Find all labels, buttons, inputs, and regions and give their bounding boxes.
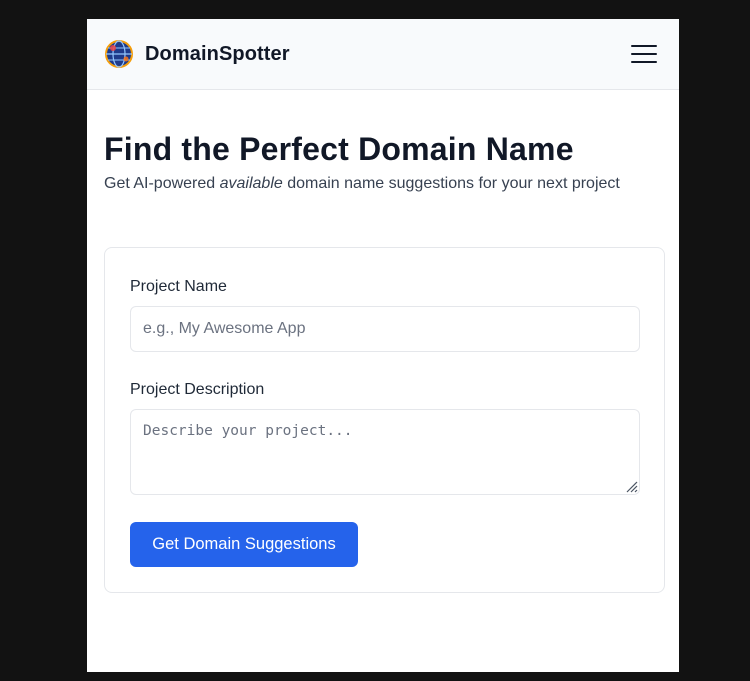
brand[interactable]: DomainSpotter [104, 39, 290, 69]
subtitle-emphasis: available [219, 175, 283, 193]
subtitle-text-end: domain name suggestions for your next pr… [282, 175, 620, 193]
get-suggestions-button[interactable]: Get Domain Suggestions [130, 522, 358, 567]
brand-name: DomainSpotter [145, 42, 290, 65]
project-name-input[interactable] [130, 306, 640, 352]
navbar: DomainSpotter [87, 19, 679, 90]
subtitle-text-start: Get AI-powered [104, 175, 220, 193]
resize-handle-icon[interactable] [624, 479, 638, 493]
page-subtitle: Get AI-powered available domain name sug… [104, 174, 679, 195]
globe-logo-icon [105, 40, 133, 68]
hamburger-menu-icon[interactable] [631, 45, 657, 63]
menu-line [631, 61, 657, 63]
description-textarea-wrapper [130, 409, 640, 495]
page-title: Find the Perfect Domain Name [104, 131, 574, 167]
app-window: DomainSpotter Find the Perfect Domain Na… [87, 19, 679, 672]
project-name-label: Project Name [130, 278, 227, 295]
project-description-textarea[interactable] [130, 409, 640, 495]
menu-line [631, 53, 657, 55]
menu-line [631, 45, 657, 47]
domain-form-card: Project Name Project Description Get Dom… [104, 247, 665, 593]
hero-section: Find the Perfect Domain Name Get AI-powe… [87, 90, 679, 195]
project-description-label: Project Description [130, 381, 265, 398]
description-group: Project Description [130, 381, 640, 495]
